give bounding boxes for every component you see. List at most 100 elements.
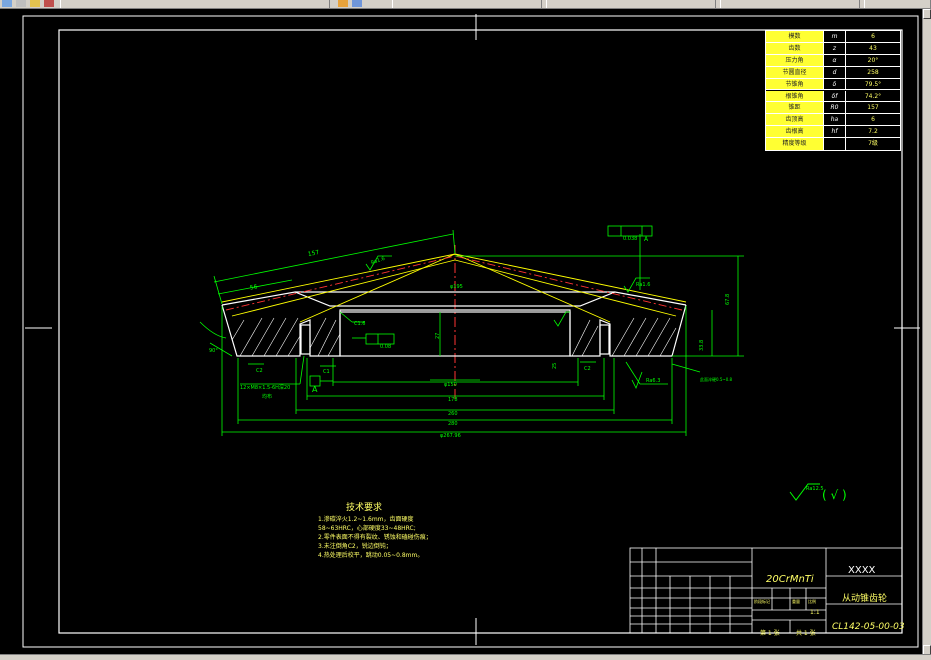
record-icon[interactable] xyxy=(44,0,54,7)
param-value: 258 xyxy=(867,68,879,76)
tech-requirements: 技术要求 1.渗碳淬火1.2~1.6mm，齿面硬度 58~63HRC，心部硬度3… xyxy=(318,504,498,559)
tech-req-line-5: 4.热处理后校平，跳动0.05~0.8mm。 xyxy=(318,552,424,559)
dim-bore-depth: 27 xyxy=(435,332,441,339)
dim-bore: φ150 xyxy=(444,382,457,388)
title-stage-mark: 阶段标记 xyxy=(754,599,770,604)
horizontal-scrollbar[interactable] xyxy=(0,654,931,660)
param-name: 齿根高 xyxy=(766,126,824,138)
sun-icon[interactable] xyxy=(338,0,348,7)
dim-outer-diameter: φ267.96 xyxy=(440,433,461,439)
param-symbol: z xyxy=(824,42,846,54)
param-name: 压力角 xyxy=(766,54,824,66)
param-name: 节锥角 xyxy=(766,78,824,90)
param-value: 20° xyxy=(867,56,879,64)
tech-req-line-2: 58~63HRC，心部硬度33~48HRC; xyxy=(318,525,416,532)
dim-25: 25 xyxy=(552,362,558,369)
chamfer-c2-left: C2 xyxy=(256,368,263,374)
layer-icon[interactable] xyxy=(352,0,362,7)
tech-req-line-4: 3.未注倒角C2，锐边倒钝； xyxy=(318,543,392,550)
toolbar-field-layer[interactable] xyxy=(60,0,330,8)
param-row: 齿数 z 43 xyxy=(766,42,900,55)
dim-178: 178 xyxy=(448,397,458,403)
param-value: 157 xyxy=(867,104,879,112)
thread-note-2: 均布 xyxy=(262,394,273,400)
pitch-cone-lines xyxy=(225,255,683,311)
title-sheet-a: 第 1 张 xyxy=(760,630,780,637)
title-scale: 1:1 xyxy=(810,609,820,616)
param-row: 齿根高 hf 7.2 xyxy=(766,126,900,139)
param-symbol: m xyxy=(824,31,846,42)
thread-note: 12×M8×1.5-6H深20 xyxy=(240,385,291,391)
dim-right-height2: 33.8 xyxy=(699,339,705,351)
param-row: 压力角 α 20° xyxy=(766,54,900,67)
general-roughness-paren: ( √ ) xyxy=(822,488,847,502)
dim-hidden-diameter: φ195 xyxy=(450,284,463,290)
gear-parameter-table: 模数 m 6 齿数 z 43 压力角 α 20° 节圆直径 d 258 节锥角 δ 79.5° 根锥角 δf 74… xyxy=(765,30,901,151)
toolbar-field-color[interactable] xyxy=(864,0,931,8)
param-row: 根锥角 δf 74.2° xyxy=(766,90,900,103)
param-row: 节圆直径 d 258 xyxy=(766,66,900,79)
param-value: 6 xyxy=(871,116,875,124)
roughness-ra63: Ra6.3 xyxy=(646,378,661,384)
runout-datum-ref: A xyxy=(644,236,649,243)
runout-tolerance-value: 0.038 xyxy=(623,236,638,242)
param-name: 精度等级 xyxy=(766,138,824,150)
param-value: 7级 xyxy=(868,140,878,148)
param-row: 精度等级 7级 xyxy=(766,138,900,150)
dim-280: 280 xyxy=(448,421,458,427)
param-value: 6 xyxy=(871,33,875,40)
param-symbol: δf xyxy=(824,90,846,102)
toolbar-field-lineweight[interactable] xyxy=(720,0,860,8)
dim-angle-90: 90° xyxy=(209,348,218,354)
scroll-up-icon[interactable] xyxy=(923,9,931,19)
back-icon[interactable] xyxy=(2,0,12,7)
param-row: 模数 m 6 xyxy=(766,31,900,43)
title-company: XXXX xyxy=(848,565,876,576)
app-toolbar xyxy=(0,0,931,9)
param-symbol: δ xyxy=(824,78,846,90)
param-name: 齿顶高 xyxy=(766,114,824,126)
param-name: 锥距 xyxy=(766,102,824,114)
title-block xyxy=(629,547,903,634)
title-material: 20CrMnTi xyxy=(766,574,814,585)
drawing-canvas[interactable]: 模数 m 6 齿数 z 43 压力角 α 20° 节圆直径 d 258 节锥角 δ 79.5° 根锥角 δf 74… xyxy=(0,9,922,655)
param-symbol: d xyxy=(824,66,846,78)
hatch-right xyxy=(571,317,677,357)
param-symbol: R0 xyxy=(824,102,846,114)
toolbar-field-linetype[interactable] xyxy=(546,0,716,8)
chamfer-c16: C1.6 xyxy=(354,321,366,327)
general-roughness-value: Ra12.5 xyxy=(806,486,824,492)
title-drawing-number: CL142-05-00-03 xyxy=(832,622,905,632)
param-name: 模数 xyxy=(766,31,824,42)
toolbar-field-style[interactable] xyxy=(392,0,542,8)
param-symbol: α xyxy=(824,54,846,66)
chamfer-c2-right: C2 xyxy=(584,366,591,372)
side-surface-note: 此面淬硬0.5~0.8 xyxy=(700,377,733,382)
param-value: 74.2° xyxy=(864,92,882,100)
param-row: 齿顶高 ha 6 xyxy=(766,114,900,127)
param-symbol: ha xyxy=(824,114,846,126)
vertical-scrollbar[interactable] xyxy=(922,9,931,655)
param-row: 节锥角 δ 79.5° xyxy=(766,78,900,91)
dim-right-height: 67.8 xyxy=(725,293,731,305)
param-symbol xyxy=(824,138,846,150)
chamfer-c1: C1 xyxy=(323,369,330,375)
gear-section-outline xyxy=(221,291,687,357)
folder-icon[interactable] xyxy=(30,0,40,7)
datum-a-label: A xyxy=(312,385,318,394)
tech-req-line-1: 1.渗碳淬火1.2~1.6mm，齿面硬度 xyxy=(318,516,414,523)
dim-260: 260 xyxy=(448,411,458,417)
tech-req-line-3: 2.零件表面不得有裂纹、锈蚀和磕碰伤痕； xyxy=(318,534,432,541)
forward-icon[interactable] xyxy=(16,0,26,7)
param-name: 根锥角 xyxy=(766,90,824,102)
param-symbol: hf xyxy=(824,126,846,138)
param-row: 锥距 R0 157 xyxy=(766,102,900,115)
tech-requirements-title: 技术要求 xyxy=(346,503,383,513)
title-weight: 重量 xyxy=(792,599,800,604)
hatch-left xyxy=(231,317,341,357)
title-ratio: 比例 xyxy=(808,599,816,604)
flatness-value: 0.08 xyxy=(380,344,392,350)
title-part-name: 从动锥齿轮 xyxy=(842,594,888,604)
title-sheet-b: 共 1 张 xyxy=(796,630,816,637)
param-value: 79.5° xyxy=(864,80,882,88)
